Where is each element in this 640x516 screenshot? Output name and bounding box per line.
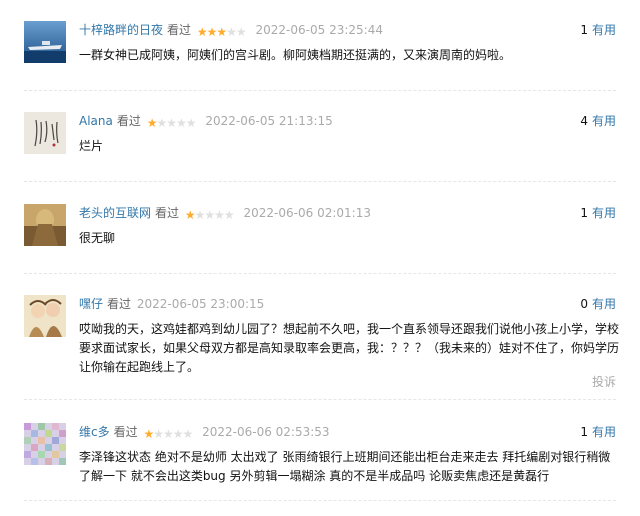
vote-count: 0 <box>580 297 588 311</box>
comment-time: 2022-06-05 21:13:15 <box>205 114 333 128</box>
star-icon: ★ <box>143 427 154 441</box>
star-icon: ★ <box>184 208 196 222</box>
comment-text: 烂片 <box>79 139 104 153</box>
useful-link[interactable]: 有用 <box>592 206 616 220</box>
star-icon: ★ <box>146 116 158 130</box>
divider <box>24 90 616 91</box>
avatar[interactable] <box>24 295 66 337</box>
avatar[interactable] <box>24 204 66 246</box>
comment-text: 哎呦我的天，这鸡娃都鸡到幼儿园了？想起前不久吧，我一个直系领导还跟我们说他小孩上… <box>79 322 620 374</box>
useful-link[interactable]: 有用 <box>592 425 616 439</box>
comment-list: 十梓路畔的日夜 看过 ★★★★★ 2022-06-05 23:25:44 1 有用 … <box>0 0 640 516</box>
star-icon: ★ <box>162 427 174 441</box>
comment-header: 嘿仔 看过 2022-06-05 23:00:15 <box>79 295 264 313</box>
useful-link[interactable]: 有用 <box>592 23 616 37</box>
useful-link[interactable]: 有用 <box>592 297 616 311</box>
divider <box>24 399 616 400</box>
comment-header: Alana 看过 ★★★★★ 2022-06-05 21:13:15 <box>79 112 333 130</box>
star-icon: ★ <box>235 25 247 39</box>
username-link[interactable]: 十梓路畔的日夜 <box>79 23 163 37</box>
star-icon: ★ <box>185 116 197 130</box>
star-icon: ★ <box>182 427 194 441</box>
star-icon: ★ <box>176 116 187 130</box>
star-icon: ★ <box>206 25 218 39</box>
comment-time: 2022-06-06 02:01:13 <box>243 206 371 220</box>
rating-stars: ★★★★★ <box>184 206 235 224</box>
comment-time: 2022-06-05 23:00:15 <box>136 297 265 311</box>
divider <box>24 500 616 501</box>
rating-stars: ★★★★★ <box>196 23 247 41</box>
vote-count: 4 <box>580 114 588 128</box>
divider <box>24 181 616 182</box>
watch-status: 看过 <box>167 23 192 37</box>
comment-header: 老头的互联网 看过 ★★★★★ 2022-06-06 02:01:13 <box>79 204 371 222</box>
username-link[interactable]: 老头的互联网 <box>79 206 151 220</box>
username-link[interactable]: 维c多 <box>79 425 110 439</box>
comment-text: 李泽锋这状态 绝对不是幼师 太出戏了 张雨绮银行上班期间还能出柜台走来走去 拜托… <box>79 450 611 483</box>
watch-status: 看过 <box>155 206 180 220</box>
vote-count: 1 <box>580 425 588 439</box>
comment-text: 一群女神已成阿姨，阿姨们的宫斗剧。柳阿姨档期还挺满的，又来演周南的妈啦。 <box>79 48 512 62</box>
rating-stars: ★★★★★ <box>143 425 194 443</box>
star-icon: ★ <box>194 208 206 222</box>
username-link[interactable]: Alana <box>79 114 113 128</box>
star-icon: ★ <box>214 208 225 222</box>
comment-time: 2022-06-05 23:25:44 <box>255 23 383 37</box>
vote-useful[interactable]: 0 有用 <box>580 295 616 313</box>
avatar[interactable] <box>24 21 66 63</box>
useful-link[interactable]: 有用 <box>592 114 616 128</box>
watch-status: 看过 <box>116 114 141 128</box>
username-link[interactable]: 嘿仔 <box>79 297 103 311</box>
comment-header: 维c多 看过 ★★★★★ 2022-06-06 02:53:53 <box>79 423 330 441</box>
vote-count: 1 <box>580 23 588 37</box>
vote-useful[interactable]: 1 有用 <box>580 204 616 222</box>
star-icon: ★ <box>172 427 184 441</box>
star-icon: ★ <box>156 116 167 130</box>
vote-useful[interactable]: 1 有用 <box>580 423 616 441</box>
star-icon: ★ <box>204 208 215 222</box>
comment-time: 2022-06-06 02:53:53 <box>202 425 330 439</box>
comment-text: 很无聊 <box>79 231 116 245</box>
rating-stars: ★★★★★ <box>146 114 197 132</box>
report-link[interactable]: 投诉 <box>592 373 616 390</box>
star-icon: ★ <box>196 25 208 39</box>
divider <box>24 273 616 274</box>
vote-count: 1 <box>580 206 588 220</box>
vote-useful[interactable]: 1 有用 <box>580 21 616 39</box>
star-icon: ★ <box>223 208 235 222</box>
star-icon: ★ <box>216 25 227 39</box>
vote-useful[interactable]: 4 有用 <box>580 112 616 130</box>
watch-status: 看过 <box>107 297 132 311</box>
star-icon: ★ <box>153 427 164 441</box>
comment-header: 十梓路畔的日夜 看过 ★★★★★ 2022-06-05 23:25:44 <box>79 21 383 39</box>
avatar[interactable] <box>24 423 66 465</box>
star-icon: ★ <box>166 116 177 130</box>
watch-status: 看过 <box>113 425 138 439</box>
star-icon: ★ <box>226 25 237 39</box>
avatar[interactable] <box>24 112 66 154</box>
